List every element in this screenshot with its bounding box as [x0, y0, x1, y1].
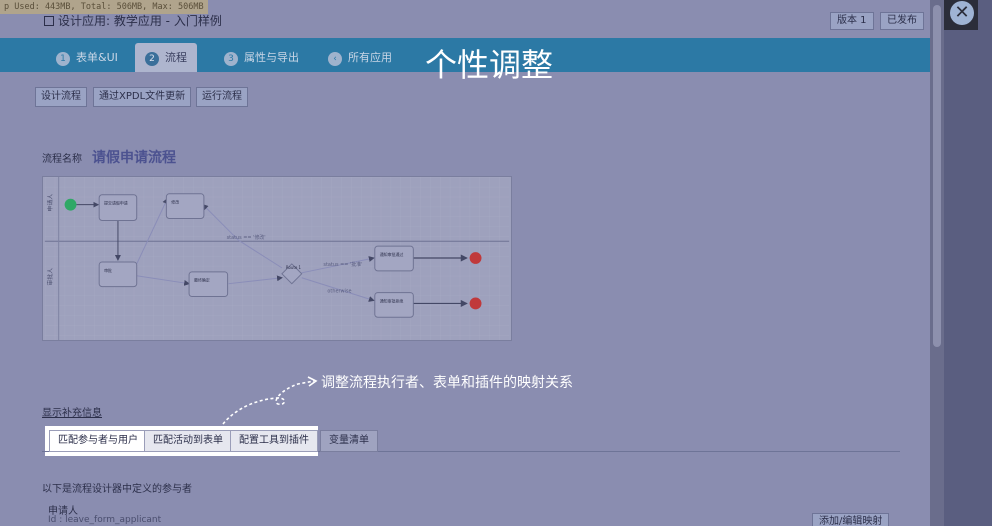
app-page: p Used: 443MB, Total: 506MB, Max: 506MB … [0, 0, 930, 526]
node-finalize [188, 271, 229, 298]
node-notify-rejected [374, 292, 414, 318]
participants-description: 以下是流程设计器中定义的参与者 [42, 484, 192, 495]
lane-approver-label: 审批人 [46, 268, 54, 286]
tab-label: 所有应用 [348, 51, 392, 64]
tab-process[interactable]: 2 流程 [135, 43, 197, 72]
tab-map-activities[interactable]: 匹配活动到表单 [144, 430, 232, 452]
show-more-info-link[interactable]: 显示补充信息 [42, 404, 102, 419]
node-finalize-label: 最终确定 [194, 278, 210, 283]
tab-label: 流程 [165, 51, 187, 64]
edge-label-revise: status == '修改' [227, 234, 266, 241]
tab-map-tools[interactable]: 配置工具到插件 [230, 430, 318, 452]
process-name: 请假申请流程 [92, 150, 176, 166]
process-diagram: 申请人 审批人 status == '修改' status == '批准' ot… [42, 176, 512, 341]
end-node-rejected [469, 297, 482, 310]
node-notify-approved-label: 通知审批通过 [380, 252, 404, 257]
step-number: 1 [56, 52, 70, 66]
tab-label: 属性与导出 [244, 51, 299, 64]
participant-id: Id : leave_form_applicant [48, 515, 162, 525]
run-process-button[interactable]: 运行流程 [196, 87, 248, 107]
side-panel [944, 0, 992, 526]
tab-all-apps[interactable]: ‹ 所有应用 [318, 43, 402, 72]
lane-applicant-label: 申请人 [46, 194, 54, 212]
published-button[interactable]: 已发布 [880, 12, 924, 30]
step-number: 3 [224, 52, 238, 66]
node-submit [98, 194, 138, 221]
node-approve [98, 261, 138, 288]
tab-map-participants[interactable]: 匹配参与者与用户 [49, 430, 147, 452]
tab-variables[interactable]: 变量清单 [320, 430, 378, 452]
node-approve-label: 审批 [104, 268, 112, 273]
update-xpdl-button[interactable]: 通过XPDL文件更新 [93, 87, 192, 107]
node-submit-label: 提交请假申请 [104, 201, 128, 206]
design-process-button[interactable]: 设计流程 [35, 87, 87, 107]
process-name-label: 流程名称 [42, 154, 82, 165]
node-revise-label: 修改 [171, 200, 179, 205]
version-button[interactable]: 版本 1 [830, 12, 874, 30]
tab-form-ui[interactable]: 1 表单&UI [46, 43, 128, 72]
step-number: 2 [145, 52, 159, 66]
app-title-text: 设计应用: 教学应用 - 入门样例 [58, 14, 222, 28]
node-revise [165, 193, 205, 219]
edge-label-approved: status == '批准' [323, 261, 362, 268]
overlay-title: 个性调整 [425, 46, 554, 84]
back-arrow-icon: ‹ [328, 52, 342, 66]
app-title: 设计应用: 教学应用 - 入门样例 [44, 12, 222, 29]
end-node-approved [469, 252, 482, 264]
start-node [64, 198, 77, 211]
add-mapping-button[interactable]: 添加/编辑映射 [812, 513, 890, 526]
edit-icon[interactable] [44, 16, 54, 26]
annotation-arrow-icon [222, 376, 318, 425]
scrollbar-thumb[interactable] [933, 5, 941, 347]
edge-label-rejected: otherwise [327, 289, 351, 295]
route-label: Route 1 [286, 265, 302, 270]
tab-properties-export[interactable]: 3 属性与导出 [214, 43, 309, 72]
close-icon[interactable]: ✕ [950, 1, 974, 25]
tab-label: 表单&UI [76, 51, 118, 64]
node-notify-approved [374, 245, 414, 272]
annotation-text: 调整流程执行者、表单和插件的映射关系 [321, 375, 573, 391]
node-notify-rejected-label: 通知审批拒绝 [380, 298, 404, 303]
